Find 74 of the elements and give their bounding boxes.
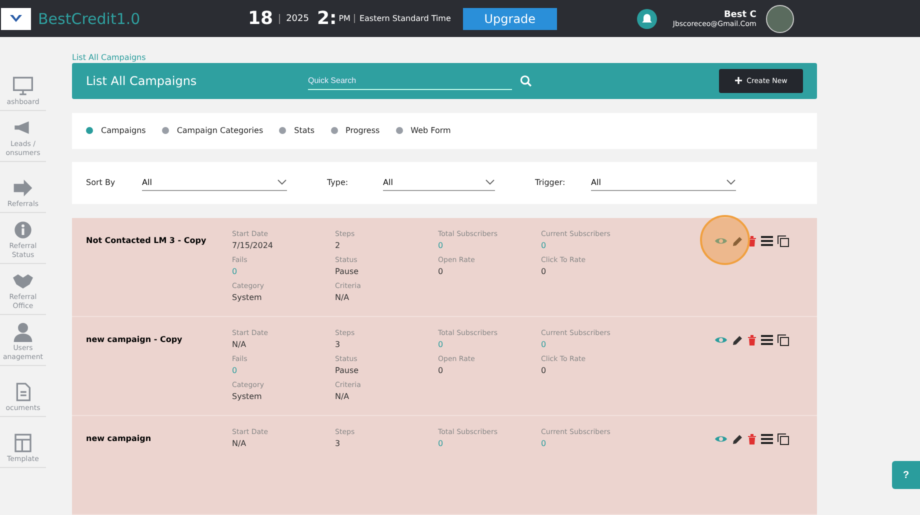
list-icon[interactable] [761, 335, 773, 346]
field-value[interactable]: 0 [438, 340, 541, 350]
clock-time: 2: [316, 8, 337, 29]
filter-dropdown[interactable]: All [591, 174, 736, 191]
field-value: 0 [541, 267, 548, 276]
tab[interactable]: Progress [330, 126, 380, 136]
tab[interactable]: Campaigns [86, 126, 146, 136]
timezone-label: Eastern Standard Time [354, 14, 451, 23]
field-value: 7/15/2024 [232, 241, 274, 250]
field-value: 0 [438, 267, 444, 276]
trash-icon[interactable] [747, 334, 757, 346]
field-value: N/A [232, 439, 248, 448]
field-value: N/A [335, 392, 350, 402]
tab[interactable]: Campaign Categories [162, 126, 264, 136]
field-value: Pause [335, 267, 360, 276]
date-day: 18 [248, 8, 274, 29]
filter-label: Sort By [86, 178, 116, 188]
field-value[interactable]: 0 [438, 241, 541, 250]
campaign-name: new campaign - Copy [86, 335, 184, 346]
list-icon[interactable] [761, 236, 773, 246]
search-field[interactable]: Quick Search [308, 72, 512, 90]
field-value[interactable]: 0 [541, 439, 644, 448]
field-value[interactable]: 0 [232, 267, 335, 276]
field-value: N/A [232, 340, 248, 350]
pencil-icon[interactable] [732, 334, 743, 346]
info-icon [12, 220, 34, 240]
chevron-icon [485, 179, 495, 186]
avatar-circle[interactable] [766, 4, 794, 32]
field-value: System [232, 293, 263, 302]
date-year: 2025 [279, 14, 309, 24]
pencil-icon[interactable] [732, 434, 743, 445]
copy-icon[interactable] [777, 433, 789, 446]
field-value: 0 [541, 366, 548, 376]
breadcrumb-link[interactable]: List All Campaigns [72, 53, 817, 63]
brand-name: BestCredit1.0 [38, 10, 142, 28]
field-value: System [232, 392, 263, 402]
logo-icon [1, 8, 31, 30]
copy-icon[interactable] [777, 235, 789, 248]
upgrade-button[interactable]: Upgrade [462, 8, 557, 30]
trash-icon[interactable] [747, 434, 757, 445]
filter-dropdown[interactable]: All [383, 174, 495, 191]
filter-dropdown[interactable]: All [142, 174, 287, 191]
trash-icon[interactable] [747, 236, 757, 247]
template-icon [12, 433, 34, 453]
tab[interactable]: Stats [279, 126, 315, 136]
campaign-name: new campaign [86, 434, 152, 446]
field-value: N/A [335, 293, 350, 302]
filter-label: Type: [327, 178, 350, 188]
list-icon[interactable] [761, 434, 773, 444]
field-value[interactable]: 0 [541, 340, 644, 350]
field-value: 0 [438, 366, 444, 376]
search-icon[interactable] [520, 74, 532, 87]
chevron-icon [277, 179, 287, 186]
bell-icon[interactable] [636, 8, 657, 28]
field-value: 2 [335, 241, 342, 250]
copy-icon[interactable] [777, 334, 789, 346]
user-name: Best C [724, 10, 756, 20]
chevron-icon [726, 179, 736, 186]
field-value[interactable]: 0 [541, 241, 644, 250]
field-value: 3 [335, 439, 342, 448]
filter-label: Trigger: [535, 178, 566, 188]
plus-icon [734, 77, 742, 84]
field-value[interactable]: 0 [232, 366, 335, 376]
tab[interactable]: Web Form [396, 126, 451, 136]
arrow-icon [12, 178, 34, 198]
field-value: 3 [335, 340, 342, 350]
field-value[interactable]: 0 [438, 439, 541, 448]
clock-meridiem: PM [338, 14, 350, 23]
user-icon [12, 322, 34, 342]
monitor-icon [12, 76, 34, 96]
campaign-name: Not Contacted LM 3 - Copy [86, 236, 208, 248]
page-title: List All Campaigns [86, 74, 198, 88]
field-value: Pause [335, 366, 360, 376]
help-button[interactable]: ? [892, 461, 920, 489]
